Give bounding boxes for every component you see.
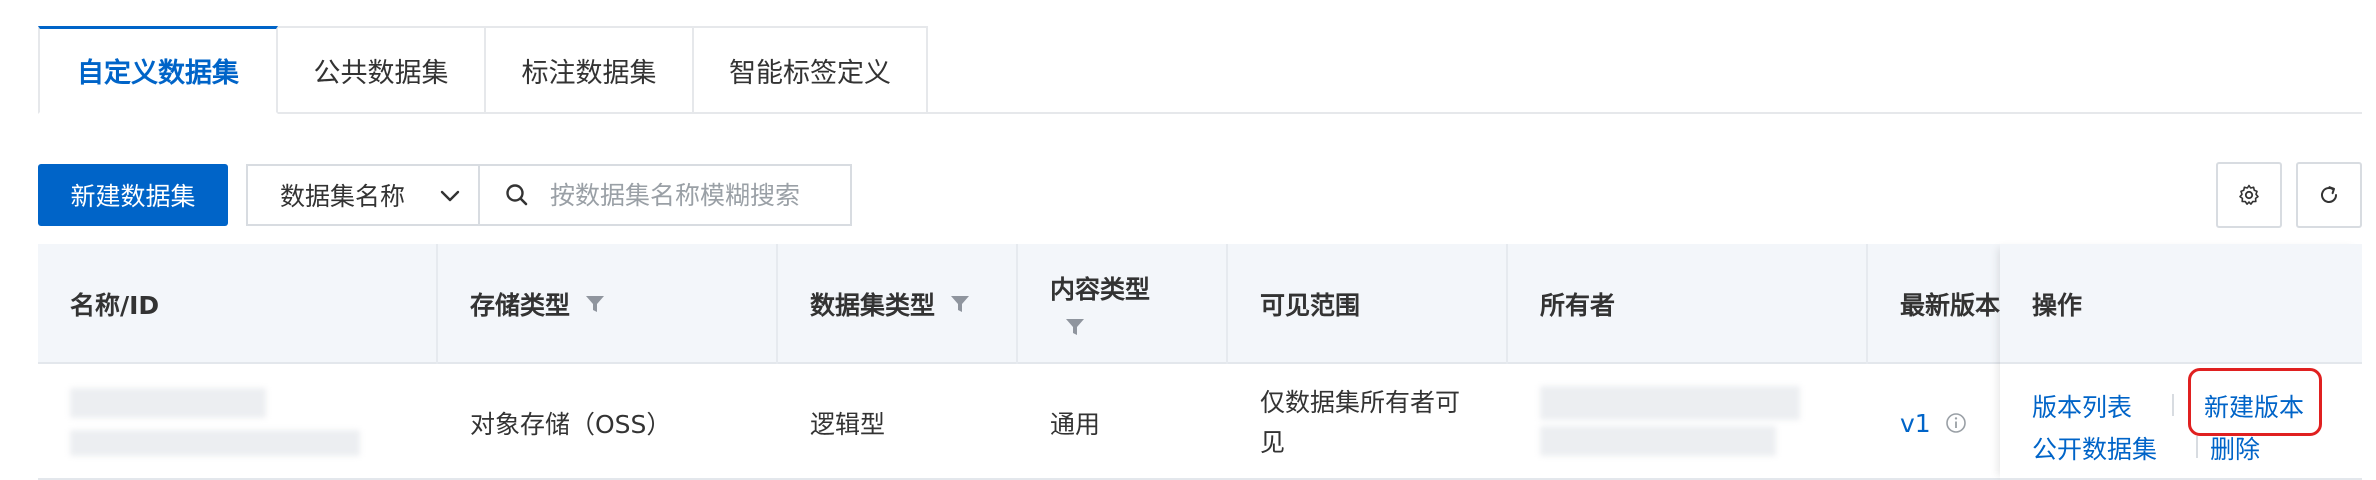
content-type-value: 通用 [1050,410,1101,439]
cell-owner [1508,366,1868,480]
search-field-select-value: 数据集名称 [280,182,406,211]
tab-smart-label-definitions[interactable]: 智能标签定义 [692,26,928,114]
search-field-select[interactable]: 数据集名称 [246,164,478,226]
dataset-type-value: 逻辑型 [810,410,886,439]
column-header-dataset-type: 数据集类型 [778,244,1018,364]
tab-annotated-datasets[interactable]: 标注数据集 [484,26,694,114]
redacted-owner-id [1540,426,1776,456]
column-header-label: 可见范围 [1260,291,1361,320]
search-box [478,164,852,226]
dataset-tabs: 自定义数据集 公共数据集 标注数据集 智能标签定义 [38,26,2362,114]
column-header-name-id: 名称/ID [38,244,438,364]
visibility-value-line2: 见 [1260,428,1286,457]
redacted-owner [1540,386,1800,420]
column-header-content-type: 内容类型 [1018,244,1228,364]
settings-button[interactable] [2216,162,2282,228]
tab-custom-datasets[interactable]: 自定义数据集 [38,26,278,114]
new-dataset-button[interactable]: 新建数据集 [38,164,228,226]
version-link[interactable]: v1 [1900,409,1931,438]
search-icon [506,184,528,206]
redacted-id [70,430,360,456]
dataset-table: 名称/ID 存储类型 数据集类型 内容类型 可见范围 所有者 最新版本 操作 对… [38,244,2362,480]
redacted-name [70,388,266,418]
visibility-value-line1: 仅数据集所有者可 [1260,388,1461,417]
cell-latest-version: v1 [1868,366,2000,480]
storage-type-value: 对象存储（OSS） [470,410,672,439]
refresh-button[interactable] [2296,162,2362,228]
filter-icon[interactable] [584,293,606,315]
cell-storage-type: 对象存储（OSS） [438,366,778,480]
column-header-latest-version: 最新版本 [1868,244,2000,364]
column-header-label: 最新版本 [1900,291,2001,320]
tab-public-datasets[interactable]: 公共数据集 [276,26,486,114]
info-icon[interactable] [1945,412,1967,434]
cell-content-type: 通用 [1018,366,1228,480]
column-header-storage-type: 存储类型 [438,244,778,364]
search-input[interactable] [550,167,840,223]
column-header-label: 名称/ID [70,291,160,320]
fixed-actions-column-shadow [2000,244,2362,480]
filter-icon[interactable] [1064,316,1086,338]
refresh-icon [2321,186,2337,203]
cell-visibility: 仅数据集所有者可 见 [1228,366,1508,480]
column-header-label: 内容类型 [1050,275,1151,304]
column-header-label: 数据集类型 [810,291,936,320]
cell-name-id [38,366,438,480]
column-header-owner: 所有者 [1508,244,1868,364]
column-header-label: 存储类型 [470,291,571,320]
column-header-visibility: 可见范围 [1228,244,1508,364]
gear-icon [2239,184,2259,205]
chevron-down-icon [440,190,460,202]
cell-dataset-type: 逻辑型 [778,366,1018,480]
filter-icon[interactable] [949,293,971,315]
column-header-label: 所有者 [1540,291,1616,320]
